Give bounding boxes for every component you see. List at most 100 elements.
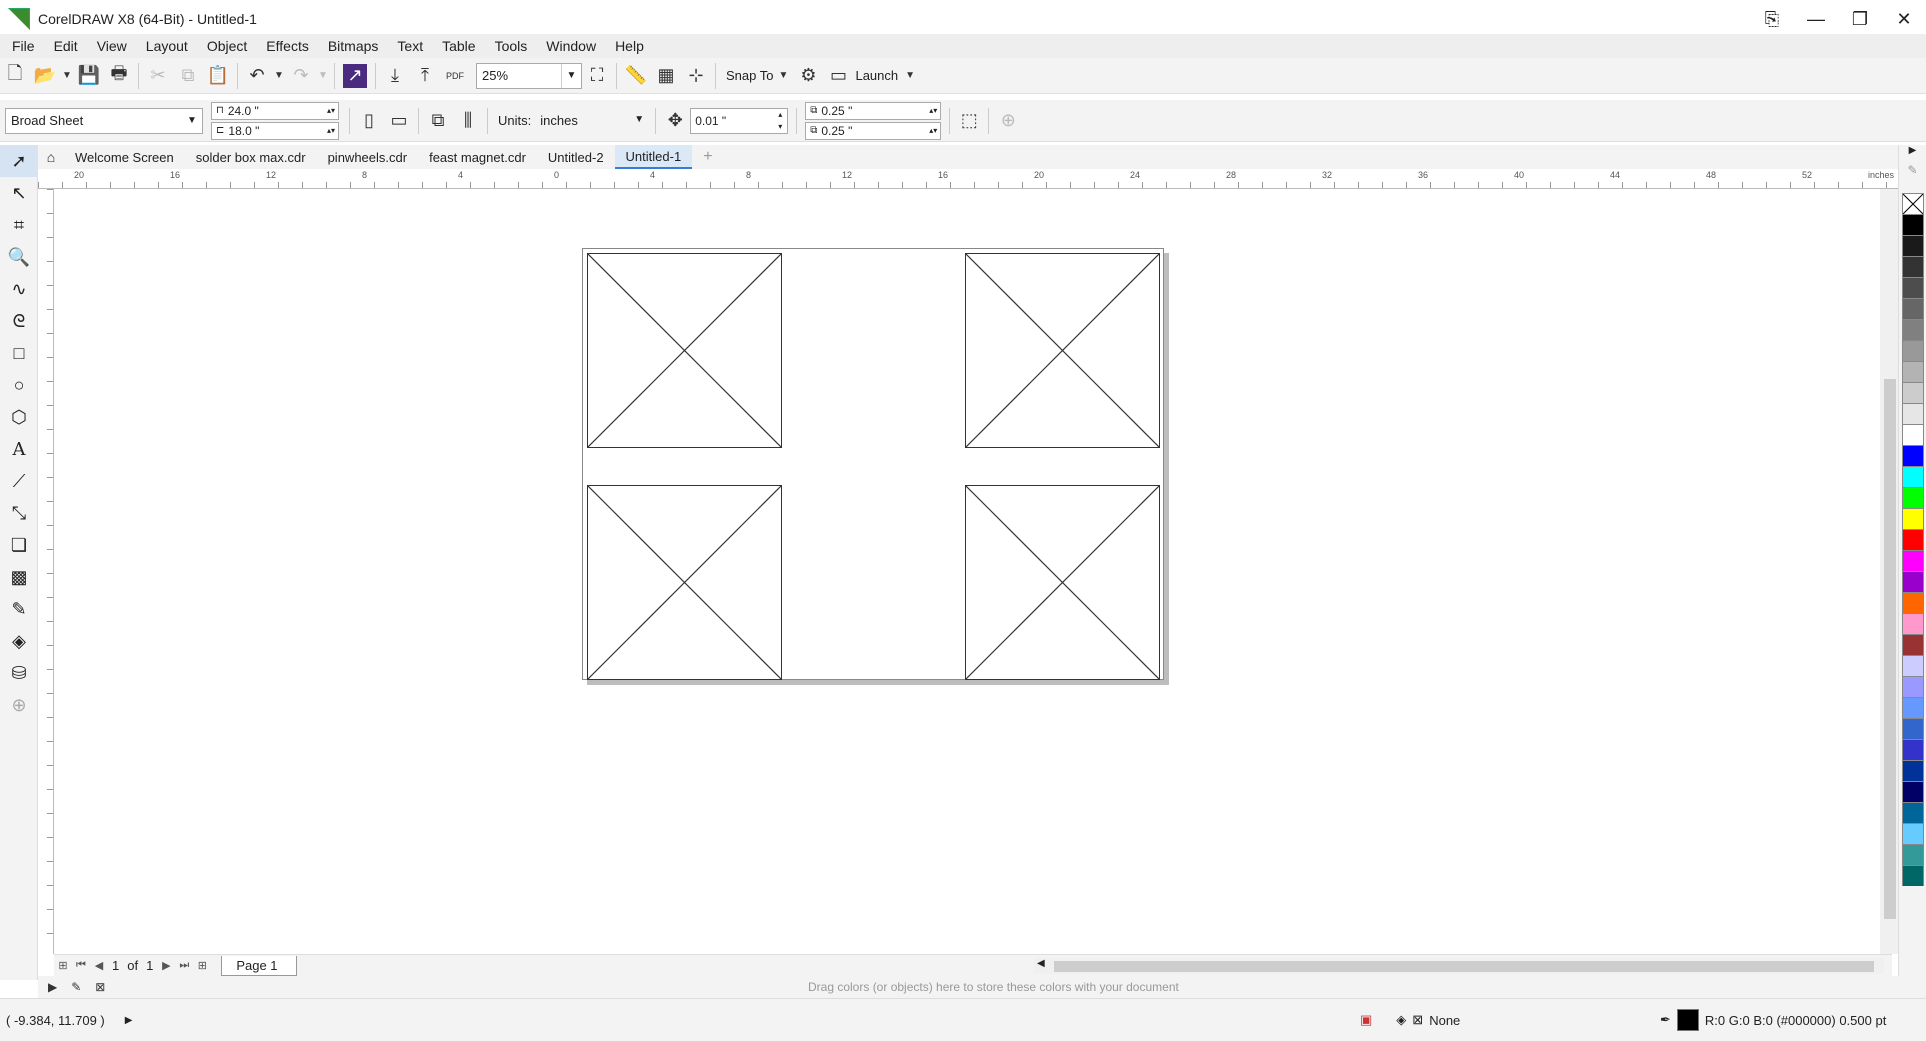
crop-tool-icon[interactable]: ⌗ [0, 209, 38, 241]
show-rulers-icon[interactable]: 📏 [621, 61, 651, 91]
image-placeholder-box[interactable] [587, 485, 782, 680]
duplicate-y-field[interactable]: ⧉ 0.25 " ▴▾ [805, 121, 942, 140]
show-grid-icon[interactable]: ▦ [651, 61, 681, 91]
freehand-tool-icon[interactable]: ∿ [0, 273, 38, 305]
undo-dropdown-icon[interactable]: ▼ [272, 61, 286, 91]
fill-indicator[interactable]: ▣ ◈ ⊠ None [1360, 1012, 1460, 1028]
palette-color-swatch[interactable] [1902, 466, 1924, 487]
close-button[interactable]: ✕ [1882, 0, 1926, 38]
smart-fill-tool-icon[interactable]: ⛁ [0, 657, 38, 689]
palette-color-swatch[interactable] [1902, 697, 1924, 718]
show-guidelines-icon[interactable]: ⊹ [681, 61, 711, 91]
transparency-tool-icon[interactable]: ▩ [0, 561, 38, 593]
paste-icon[interactable]: 📋 [203, 61, 233, 91]
home-icon[interactable]: ⌂ [38, 145, 64, 169]
duplicate-x-field[interactable]: ⧉ 0.25 " ▴▾ [805, 101, 942, 120]
polygon-tool-icon[interactable]: ⬡ [0, 401, 38, 433]
publish-pdf-icon[interactable]: PDF [440, 61, 470, 91]
page-size-dropdown-icon[interactable]: ▼ [182, 109, 202, 133]
minimize-button[interactable]: — [1794, 0, 1838, 38]
menu-help[interactable]: Help [615, 38, 644, 54]
horizontal-ruler[interactable]: inches 20 16 12 8 4 0 4 8 12 16 20 24 28 32 36 40 44 48 52 [38, 169, 1898, 189]
palette-color-swatch[interactable] [1902, 319, 1924, 340]
nudge-distance-field[interactable]: 0.01 " ▴ ▾ [690, 107, 789, 134]
tab-untitled-1[interactable]: Untitled-1 [614, 145, 693, 169]
drawing-canvas[interactable] [54, 189, 1892, 954]
vertical-ruler[interactable] [38, 189, 54, 954]
palette-color-swatch[interactable] [1902, 382, 1924, 403]
print-icon[interactable]: 🖶 [104, 61, 134, 91]
prev-page-icon[interactable]: ◀ [90, 959, 108, 972]
add-page-before-icon[interactable]: ⊞ [54, 959, 72, 972]
tab-untitled-2[interactable]: Untitled-2 [537, 145, 615, 169]
color-eyedropper-tool-icon[interactable]: ✎ [0, 593, 38, 625]
search-content-icon[interactable]: ↗ [343, 63, 367, 88]
zoom-level-combo[interactable]: 25% ▼ [476, 62, 582, 89]
zoom-dropdown-icon[interactable]: ▼ [561, 63, 581, 88]
page-width-field[interactable]: ⊓ 24.0 " ▴▾ [211, 101, 339, 120]
restore-button[interactable]: ❐ [1838, 0, 1882, 38]
palette-color-swatch[interactable] [1902, 529, 1924, 550]
artistic-media-tool-icon[interactable]: ᘓ [0, 305, 38, 337]
palette-color-swatch[interactable] [1902, 508, 1924, 529]
undo-icon[interactable]: ↶ [242, 61, 272, 91]
menu-object[interactable]: Object [207, 38, 247, 54]
palette-color-swatch[interactable] [1902, 424, 1924, 445]
pick-tool-icon[interactable]: ➚ [0, 145, 38, 177]
palette-color-swatch[interactable] [1902, 235, 1924, 256]
export-icon[interactable]: ⤒ [410, 61, 440, 91]
next-page-icon[interactable]: ▶ [157, 959, 175, 972]
tab-solder-box-max[interactable]: solder box max.cdr [185, 145, 317, 169]
cut-icon[interactable]: ✂ [143, 61, 173, 91]
last-page-icon[interactable]: ⏭ [175, 959, 193, 972]
color-proof-icon[interactable]: ▣ [1360, 1012, 1372, 1028]
quick-customize-icon[interactable]: ⊕ [993, 106, 1023, 136]
full-screen-preview-icon[interactable]: ⛶ [582, 61, 612, 91]
menu-table[interactable]: Table [442, 38, 475, 54]
palette-color-swatch[interactable] [1902, 214, 1924, 235]
snap-to-button[interactable]: Snap To [726, 68, 773, 83]
status-expand-icon[interactable]: ▶ [125, 1015, 133, 1026]
palette-color-swatch[interactable] [1902, 340, 1924, 361]
page-width-spinner-icon[interactable]: ▴▾ [324, 103, 338, 119]
palette-color-swatch[interactable] [1902, 445, 1924, 466]
menu-edit[interactable]: Edit [54, 38, 78, 54]
interactive-fill-tool-icon[interactable]: ◈ [0, 625, 38, 657]
import-icon[interactable]: ⤓ [380, 61, 410, 91]
drop-shadow-tool-icon[interactable]: ❏ [0, 529, 38, 561]
text-tool-icon[interactable]: A [0, 433, 38, 465]
snap-to-dropdown-icon[interactable]: ▼ [773, 61, 793, 91]
palette-color-swatch[interactable] [1902, 781, 1924, 802]
page-size-combo[interactable]: Broad Sheet ▼ [5, 107, 203, 134]
options-gear-icon[interactable]: ⚙ [793, 61, 823, 91]
menu-file[interactable]: File [12, 38, 35, 54]
palette-eyedropper-icon[interactable]: ✎ [1899, 163, 1926, 193]
duplicate-y-spinner-icon[interactable]: ▴▾ [926, 123, 940, 139]
nudge-spinner-icon[interactable]: ▴ ▾ [773, 109, 787, 133]
units-combo[interactable]: inches ▼ [535, 108, 649, 134]
open-icon[interactable]: 📂 [30, 61, 60, 91]
tab-welcome-screen[interactable]: Welcome Screen [64, 145, 185, 169]
zoom-tool-icon[interactable]: 🔍 [0, 241, 38, 273]
tab-pinwheels[interactable]: pinwheels.cdr [317, 145, 419, 169]
save-icon[interactable]: 💾 [74, 61, 104, 91]
current-page-icon[interactable]: ⫼ [453, 106, 483, 136]
rectangle-tool-icon[interactable]: □ [0, 337, 38, 369]
add-page-after-icon[interactable]: ⊞ [193, 959, 211, 972]
palette-color-swatch[interactable] [1902, 802, 1924, 823]
page-tab[interactable]: Page 1 [221, 955, 297, 976]
copy-icon[interactable]: ⧉ [173, 61, 203, 91]
new-tab-plus-icon[interactable]: + [692, 145, 723, 169]
parallel-dimension-tool-icon[interactable]: ⟋ [0, 465, 38, 497]
menu-window[interactable]: Window [546, 38, 596, 54]
palette-color-swatch[interactable] [1902, 277, 1924, 298]
duplicate-x-spinner-icon[interactable]: ▴▾ [926, 103, 940, 119]
palette-scroll-up-icon[interactable]: ▶ [1899, 145, 1926, 163]
treat-as-filled-icon[interactable]: ⬚ [954, 106, 984, 136]
landscape-icon[interactable]: ▭ [384, 106, 414, 136]
redo-icon[interactable]: ↷ [286, 61, 316, 91]
menu-text[interactable]: Text [397, 38, 423, 54]
add-tool-icon[interactable]: ⊕ [0, 689, 38, 721]
palette-color-swatch[interactable] [1902, 298, 1924, 319]
palette-color-swatch[interactable] [1902, 592, 1924, 613]
